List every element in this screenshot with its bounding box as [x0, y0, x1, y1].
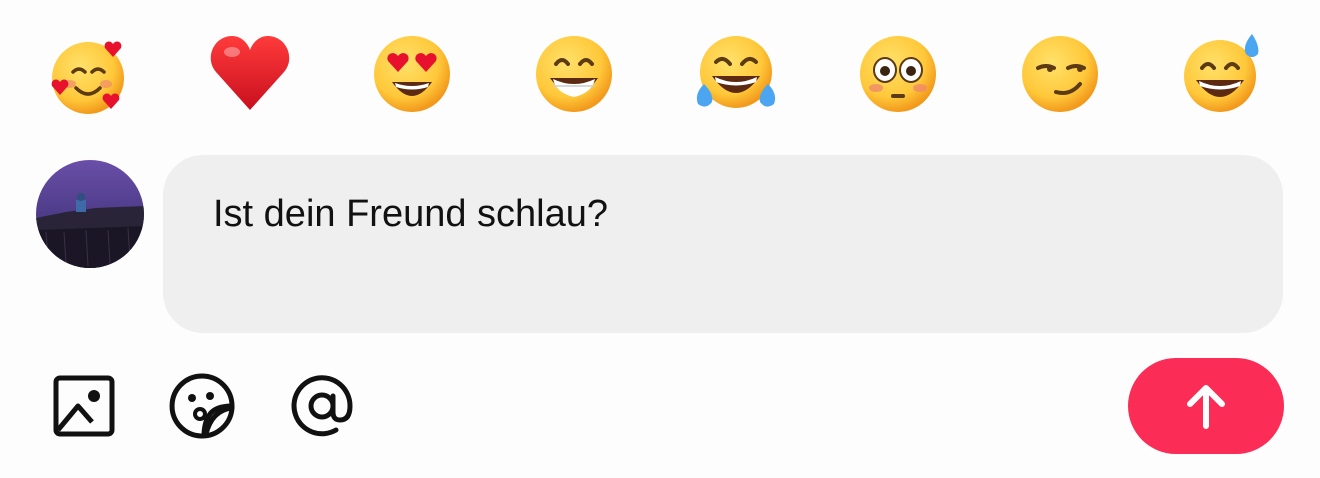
flushed-face-icon[interactable]	[850, 26, 946, 122]
comment-input[interactable]: Ist dein Freund schlau?	[163, 155, 1283, 333]
grinning-sweat-icon[interactable]	[1174, 26, 1270, 122]
heart-eyes-icon[interactable]	[364, 26, 460, 122]
image-icon[interactable]	[50, 372, 118, 440]
comment-composer: Ist dein Freund schlau?	[0, 0, 1320, 478]
smirking-face-icon[interactable]	[1012, 26, 1108, 122]
smiling-face-with-hearts-icon[interactable]	[40, 26, 136, 122]
sticker-icon[interactable]	[168, 372, 236, 440]
tears-of-joy-icon[interactable]	[688, 26, 784, 122]
red-heart-icon[interactable]	[202, 26, 298, 122]
send-button[interactable]	[1128, 358, 1284, 454]
arrow-up-icon	[1187, 385, 1225, 429]
quick-reaction-bar	[40, 26, 1280, 122]
beaming-grin-icon[interactable]	[526, 26, 622, 122]
mention-icon[interactable]	[288, 372, 356, 440]
user-avatar[interactable]	[36, 160, 144, 268]
comment-text: Ist dein Freund schlau?	[213, 193, 609, 235]
